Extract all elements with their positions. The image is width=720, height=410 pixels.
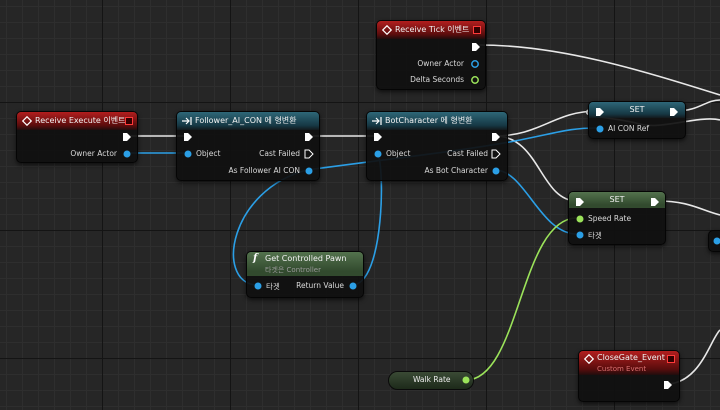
pin-label-delta-seconds: Delta Seconds [410,75,464,84]
pin-label-owner-actor: Owner Actor [70,149,117,158]
get-controlled-pawn-subtitle: 타겟은 Controller [265,266,321,274]
pin-label-as-follower-ai-con: As Follower AI CON [228,166,300,175]
owner-actor-out-pin[interactable] [122,149,132,159]
delta-seconds-out-pin[interactable] [470,75,480,85]
exec-out-pin[interactable] [663,380,673,390]
pin-label-cast-failed: Cast Failed [447,149,488,158]
exec-out-pin[interactable] [491,132,501,142]
delegate-square-icon[interactable] [125,117,133,125]
cast-failed-exec-pin[interactable] [491,149,501,159]
pin-label-ai-con-ref: AI CON Ref [608,124,649,133]
cast-failed-exec-pin[interactable] [304,149,314,159]
return-value-out-pin[interactable] [348,281,358,291]
set-ai-con-ref-node[interactable]: SET AI CON Ref [588,101,686,139]
receive-execute-event-node[interactable]: Receive Execute 이벤트 Owner Actor [16,111,138,163]
owner-actor-out-pin[interactable] [470,59,480,69]
exec-out-pin[interactable] [650,197,660,207]
walk-rate-variable-node[interactable]: Walk Rate [388,371,474,390]
cast-follower-ai-con-node[interactable]: Follower_AI_CON 에 형변환 Object Cast Failed… [176,111,320,181]
exec-in-pin[interactable] [595,107,605,117]
pin-label-cast-failed: Cast Failed [259,149,300,158]
object-in-pin[interactable] [373,149,383,159]
float-wire-walkrate-to-speed [465,217,578,381]
object-in-pin[interactable] [712,236,720,246]
exec-wire-cast-to-set-top [494,110,598,137]
as-bot-character-out-pin[interactable] [491,166,501,176]
closegate-custom-event-node[interactable]: CloseGate_Event Custom Event [578,350,680,402]
exec-out-pin[interactable] [669,107,679,117]
walk-rate-out-pin[interactable] [461,375,471,385]
cast-arrows-icon [182,117,192,125]
pin-label-object: Object [196,149,221,158]
event-diamond-icon [584,354,594,364]
offscreen-node-edge[interactable] [708,230,720,252]
cast-arrows-icon [372,117,382,125]
target-in-pin[interactable] [575,230,585,240]
event-diamond-icon [382,25,392,35]
exec-wire-set-speed-out [656,200,720,216]
object-wire-bot-to-target [494,169,578,235]
receive-execute-header: Receive Execute 이벤트 [17,112,137,130]
pin-label-return-value: Return Value [296,281,344,290]
set-speed-rate-node[interactable]: SET Speed Rate 타겟 [568,191,666,245]
ai-con-ref-in-pin[interactable] [595,124,605,134]
pin-label-as-bot-character: As Bot Character [424,166,488,175]
cast-bot-header: BotCharacter 에 형변환 [367,112,507,130]
exec-out-pin[interactable] [471,42,481,52]
closegate-subtitle: Custom Event [597,365,647,373]
event-diamond-icon [22,116,32,126]
exec-out-pin[interactable] [122,132,132,142]
function-f-icon: f [253,253,258,264]
exec-in-pin[interactable] [183,132,193,142]
receive-tick-header: Receive Tick 이벤트 [377,21,485,39]
exec-out-pin[interactable] [304,132,314,142]
pin-label-target: 타겟 [588,231,602,240]
walk-rate-label: Walk Rate [413,375,451,384]
get-controlled-pawn-node[interactable]: Get Controlled Pawn f 타겟은 Controller 타겟 … [246,251,364,298]
speed-rate-in-pin[interactable] [575,214,585,224]
exec-wire-tick-to-set [478,44,720,96]
pin-label-target: 타겟 [266,282,280,291]
exec-in-pin[interactable] [373,132,383,142]
pin-label-owner-actor: Owner Actor [417,59,464,68]
delegate-square-icon[interactable] [667,355,675,363]
as-follower-ai-con-out-pin[interactable] [304,166,314,176]
receive-tick-event-node[interactable]: Receive Tick 이벤트 Owner Actor Delta Secon… [376,20,486,90]
cast-bot-character-node[interactable]: BotCharacter 에 형변환 Object Cast Failed As… [366,111,508,181]
object-in-pin[interactable] [183,149,193,159]
blueprint-graph-canvas[interactable]: Receive Tick 이벤트 Owner Actor Delta Secon… [0,0,720,410]
pin-label-speed-rate: Speed Rate [588,214,632,223]
pin-label-object: Object [386,149,411,158]
cast-follower-header: Follower_AI_CON 에 형변환 [177,112,319,130]
exec-in-pin[interactable] [575,197,585,207]
delegate-square-icon[interactable] [473,26,481,34]
target-in-pin[interactable] [253,281,263,291]
